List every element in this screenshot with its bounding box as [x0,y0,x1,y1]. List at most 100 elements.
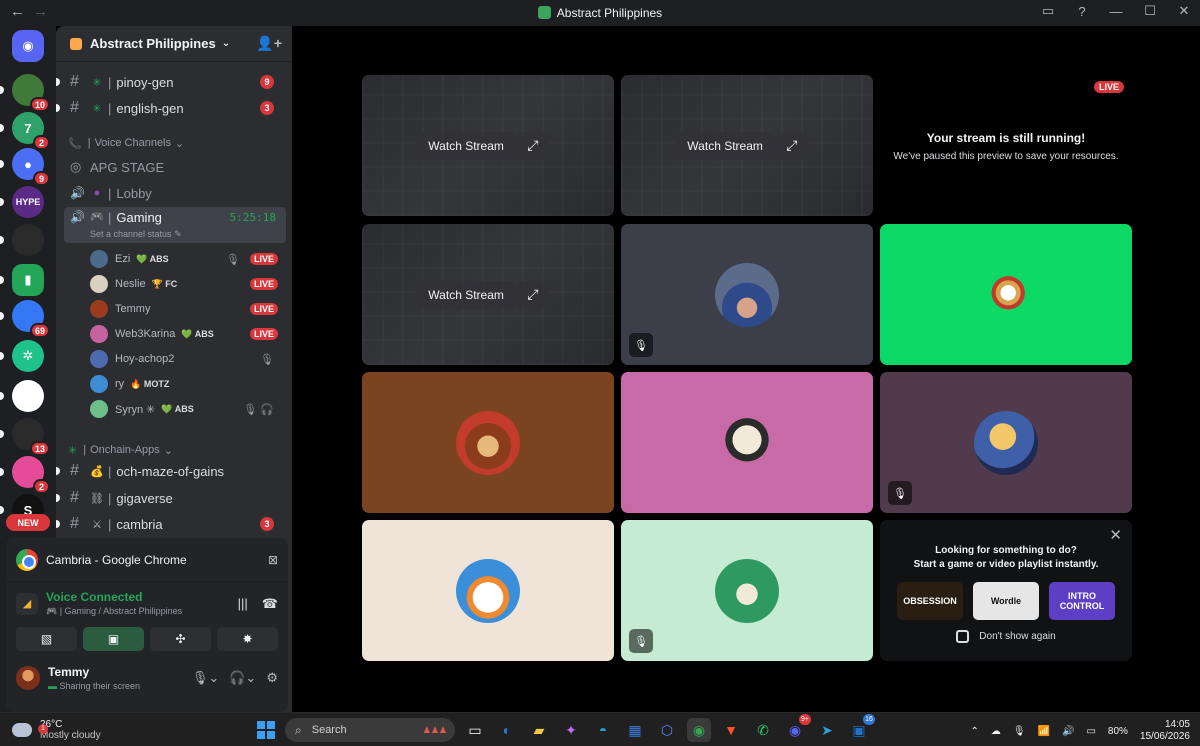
popout-icon[interactable]: ⤢ [516,131,549,160]
server-icon-server-8[interactable]: ✲ [12,340,44,372]
hash-icon: # [70,515,79,532]
forward-arrow-icon[interactable]: → [33,3,48,20]
voice-user[interactable]: Temmy LIVE [90,298,284,320]
watch-stream-button[interactable]: Watch Stream [416,131,516,160]
stop-streaming-icon[interactable]: ⊠ [268,553,278,567]
taskbar-search[interactable]: ⌕ Search ♟♟♟ [285,718,455,742]
chevron-up-icon[interactable]: ⌃ [970,726,978,737]
dont-show-again-option[interactable]: Don't show again [880,630,1132,643]
copilot-icon[interactable]: ✦ [559,718,583,742]
voice-connected-status[interactable]: Voice Connected [46,590,182,604]
voice-user[interactable]: Ezi 💚 ABS 🎙 LIVE [90,248,284,270]
task-view-icon[interactable]: ▭ [463,718,487,742]
back-arrow-icon[interactable]: ← [10,3,25,20]
server-icon-server-3[interactable]: ● 9 [12,148,50,186]
game-card[interactable]: OBSESSION [897,582,963,620]
microphone-icon[interactable]: 🎙 [1013,726,1026,737]
category-onchain-apps[interactable]: ✳ | Onchain-Apps ⌄ [68,440,173,460]
watch-stream-button[interactable]: Watch Stream [675,131,775,160]
server-icon-server-11[interactable]: 2 [12,456,50,494]
server-icon-server-5[interactable] [12,224,44,256]
server-icon-server-2[interactable]: 72 [12,112,50,150]
voice-user[interactable]: Neslie 🏆 FC LIVE [90,273,284,295]
game-card[interactable]: INTRO CONTROL [1049,582,1115,620]
edge-beta-icon[interactable]: ◐ [495,718,519,742]
telegram-icon[interactable]: ➤ [815,718,839,742]
box-app-icon[interactable]: ⬡ [655,718,679,742]
screen-share-button[interactable]: ▣ [83,627,144,651]
channel-english-gen[interactable]: # ✳ | english-gen 3 [56,96,286,120]
maximize-button[interactable]: ☐ [1140,3,1160,19]
participant-tile[interactable]: 🎙 [621,520,873,661]
channel-gaming[interactable]: 🔊 🎮 | Gaming 5:25:18 Set a channel statu… [64,207,286,243]
whatsapp-icon[interactable]: ✆ [751,718,775,742]
game-card[interactable]: Wordle [973,582,1039,620]
stream-tile-3[interactable]: Watch Stream ⤢ [362,224,614,365]
voice-user[interactable]: ry 🔥 MOTZ [90,373,284,395]
channel-gigaverse[interactable]: # ⛓ | gigaverse [56,486,286,510]
settings-gear-icon[interactable]: ⚙ [266,670,278,686]
volume-icon[interactable]: 🔊 [1062,726,1074,737]
activities-button[interactable]: ✣ [150,627,211,651]
add-member-icon[interactable]: 👤+ [256,35,282,52]
voice-user[interactable]: Web3Karina 💚 ABS LIVE [90,323,284,345]
channel-lobby[interactable]: 🔊 ● | Lobby [64,181,286,205]
onedrive-icon[interactable]: ☁ [991,726,1001,737]
outlook-icon[interactable]: ▣ 16 [847,714,875,742]
battery-icon[interactable]: ▭ [1086,726,1095,737]
voice-user[interactable]: Hoy-achop2 🎙 [90,348,284,370]
channel-apg-stage[interactable]: ◎ APG STAGE [64,155,286,179]
chrome-icon[interactable]: ◉ [687,718,711,742]
participant-tile-speaking[interactable] [880,224,1132,365]
brave-icon[interactable]: ▼ [719,718,743,742]
channel-cambria[interactable]: # ⚔ | cambria 3 [56,512,286,536]
category-voice-channels[interactable]: 📞 | Voice Channels ⌄ [68,133,184,153]
channel-pinoy-gen[interactable]: # ✳ | pinoy-gen 9 [56,70,286,94]
stream-tile-2[interactable]: Watch Stream ⤢ [621,75,873,216]
close-icon[interactable]: ✕ [1109,526,1122,544]
discord-icon[interactable]: ◉ 9+ [783,714,811,742]
server-icon-server-1[interactable]: 10 [12,74,50,112]
windows-start-icon[interactable] [255,719,277,741]
stream-tile-1[interactable]: Watch Stream ⤢ [362,75,614,216]
wifi-icon[interactable]: 📶 [1038,726,1050,737]
participant-tile[interactable]: 🎙 [880,372,1132,513]
participant-tile[interactable] [362,520,614,661]
weather-widget[interactable]: 1 26°C Mostly cloudy [12,719,101,741]
edge-icon[interactable]: ◓ [591,718,615,742]
channel-status-prompt[interactable]: Set a channel status ✎ [90,229,182,240]
camera-off-button[interactable]: ▧ [16,627,77,651]
participant-tile[interactable] [362,372,614,513]
popout-icon[interactable]: ⤢ [516,280,549,309]
inbox-icon[interactable]: ▭ [1038,3,1058,19]
server-icon-server-7[interactable]: 69 [12,300,50,338]
participant-tile[interactable] [621,372,873,513]
server-header[interactable]: Abstract Philippines ⌄ 👤+ [56,26,292,62]
watch-stream-button[interactable]: Watch Stream [416,280,516,309]
file-explorer-icon[interactable]: ▰ [527,718,551,742]
checkbox[interactable] [956,630,970,643]
voice-location[interactable]: 🎮 | Gaming / Abstract Philippines [46,606,182,617]
close-button[interactable]: ✕ [1174,3,1194,19]
avatar[interactable] [16,666,40,690]
help-icon[interactable]: ? [1072,4,1092,19]
server-icon-server-6[interactable]: ▮ [12,264,44,296]
store-icon[interactable]: ▦ [623,718,647,742]
channel-och-maze-of-gains[interactable]: # 💰 | och-maze-of-gains [56,459,286,483]
voice-user[interactable]: Syryn ✳ 💚 ABS 🎙 🎧 [90,398,284,420]
popout-icon[interactable]: ⤢ [775,131,808,160]
server-icon-server-10[interactable]: 13 [12,418,50,456]
disconnect-icon[interactable]: ☎ [262,596,278,612]
soundboard-button[interactable]: ✸ [217,627,278,651]
noise-suppression-icon[interactable]: ||| [238,596,248,612]
server-icon-server-hype[interactable]: HYPE [12,186,44,218]
participant-tile[interactable]: 🎙 [621,224,873,365]
headphones-icon[interactable]: 🎧⌄ [229,670,256,686]
app-glyph: ▦ [628,721,642,738]
clock[interactable]: 14:05 15/06/2026 [1140,719,1190,743]
server-icon-server-9[interactable] [12,380,44,412]
minimize-button[interactable]: — [1106,4,1126,19]
app-badge: 9+ [799,714,811,725]
server-icon-discord-home[interactable]: ◉ [12,30,44,62]
microphone-icon[interactable]: 🎙⌄ [192,670,219,686]
